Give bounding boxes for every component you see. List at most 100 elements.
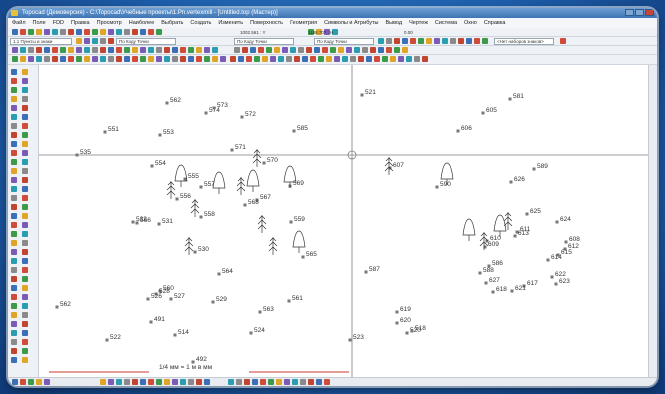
snap-icon[interactable] <box>366 56 372 62</box>
draw-icon[interactable] <box>164 47 170 53</box>
draw-icon[interactable] <box>196 56 202 62</box>
tool-icon[interactable] <box>108 29 114 35</box>
draw-icon[interactable] <box>140 47 146 53</box>
snap-icon[interactable] <box>262 56 268 62</box>
survey-point[interactable] <box>169 297 173 301</box>
edit-icon[interactable] <box>402 47 408 53</box>
side-tool-icon[interactable] <box>11 69 17 75</box>
tool-icon[interactable] <box>12 29 18 35</box>
side-tool-icon[interactable] <box>11 96 17 102</box>
zoom-icon[interactable] <box>426 38 432 44</box>
draw-icon[interactable] <box>196 47 202 53</box>
drawing-canvas[interactable]: 562 574 573 572 585 551 553 535 571 554 570 555 556 5… <box>39 65 649 377</box>
edit-icon[interactable] <box>386 47 392 53</box>
draw-icon[interactable] <box>36 47 42 53</box>
draw-icon[interactable] <box>188 56 194 62</box>
snap-icon[interactable] <box>398 56 404 62</box>
draw-icon[interactable] <box>212 47 218 53</box>
status-icon[interactable] <box>100 379 106 385</box>
draw-icon[interactable] <box>36 56 42 62</box>
side-tool-icon[interactable] <box>11 348 17 354</box>
survey-point[interactable] <box>55 305 59 309</box>
status-icon[interactable] <box>196 379 202 385</box>
draw-icon[interactable] <box>132 47 138 53</box>
side-tool-icon[interactable] <box>22 105 28 111</box>
status-icon[interactable] <box>252 379 258 385</box>
edit-icon[interactable] <box>314 47 320 53</box>
draw-icon[interactable] <box>124 47 130 53</box>
side-tool-icon[interactable] <box>11 321 17 327</box>
edit-icon[interactable] <box>378 47 384 53</box>
side-tool-icon[interactable] <box>22 339 28 345</box>
draw-icon[interactable] <box>60 47 66 53</box>
side-tool-icon[interactable] <box>22 159 28 165</box>
tool-icon[interactable] <box>156 29 162 35</box>
draw-icon[interactable] <box>180 56 186 62</box>
draw-icon[interactable] <box>188 47 194 53</box>
survey-point[interactable] <box>395 321 399 325</box>
status-icon[interactable] <box>108 379 114 385</box>
edit-icon[interactable] <box>394 47 400 53</box>
side-tool-icon[interactable] <box>11 177 17 183</box>
tool-icon[interactable] <box>76 38 82 44</box>
draw-icon[interactable] <box>68 47 74 53</box>
survey-point[interactable] <box>532 167 536 171</box>
snap-icon[interactable] <box>406 56 412 62</box>
status-icon[interactable] <box>268 379 274 385</box>
survey-point[interactable] <box>287 299 291 303</box>
menu-item-15[interactable]: Окно <box>464 18 477 28</box>
side-tool-icon[interactable] <box>11 267 17 273</box>
survey-point[interactable] <box>487 264 491 268</box>
vertical-scrollbar[interactable] <box>648 65 657 377</box>
survey-point[interactable] <box>103 130 107 134</box>
draw-icon[interactable] <box>44 56 50 62</box>
tool-icon[interactable] <box>100 29 106 35</box>
draw-icon[interactable] <box>92 56 98 62</box>
side-tool-icon[interactable] <box>22 357 28 363</box>
menu-item-10[interactable]: Геометрия <box>290 18 317 28</box>
draw-icon[interactable] <box>100 47 106 53</box>
survey-point[interactable] <box>249 331 253 335</box>
survey-point[interactable] <box>525 212 529 216</box>
side-tool-icon[interactable] <box>22 222 28 228</box>
tool-icon[interactable] <box>20 29 26 35</box>
tool-icon[interactable] <box>92 38 98 44</box>
maximize-button[interactable] <box>635 9 644 16</box>
side-tool-icon[interactable] <box>11 249 17 255</box>
status-icon[interactable] <box>180 379 186 385</box>
tool-icon[interactable] <box>52 29 58 35</box>
snap-icon[interactable] <box>414 56 420 62</box>
survey-point[interactable] <box>364 270 368 274</box>
menu-item-3[interactable]: Правка <box>71 18 90 28</box>
snap-icon[interactable] <box>270 56 276 62</box>
side-tool-icon[interactable] <box>22 195 28 201</box>
status-icon[interactable] <box>36 379 42 385</box>
draw-icon[interactable] <box>12 47 18 53</box>
survey-point[interactable] <box>301 255 305 259</box>
tool-icon[interactable] <box>68 29 74 35</box>
menu-item-0[interactable]: Файл <box>12 18 26 28</box>
side-tool-icon[interactable] <box>22 321 28 327</box>
side-tool-icon[interactable] <box>11 339 17 345</box>
status-icon[interactable] <box>244 379 250 385</box>
side-tool-icon[interactable] <box>22 213 28 219</box>
side-tool-icon[interactable] <box>11 357 17 363</box>
side-tool-icon[interactable] <box>11 285 17 291</box>
draw-icon[interactable] <box>156 47 162 53</box>
side-tool-icon[interactable] <box>11 294 17 300</box>
snap-icon[interactable] <box>302 56 308 62</box>
side-tool-icon[interactable] <box>22 231 28 237</box>
status-icon[interactable] <box>172 379 178 385</box>
draw-icon[interactable] <box>84 56 90 62</box>
zoom-icon[interactable] <box>474 38 480 44</box>
survey-point[interactable] <box>555 220 559 224</box>
side-tool-icon[interactable] <box>22 78 28 84</box>
survey-point[interactable] <box>183 177 187 181</box>
draw-icon[interactable] <box>204 56 210 62</box>
status-icon[interactable] <box>124 379 130 385</box>
tool-icon[interactable] <box>108 38 114 44</box>
snap-icon[interactable] <box>246 56 252 62</box>
side-tool-icon[interactable] <box>22 240 28 246</box>
status-icon[interactable] <box>132 379 138 385</box>
side-tool-icon[interactable] <box>22 204 28 210</box>
